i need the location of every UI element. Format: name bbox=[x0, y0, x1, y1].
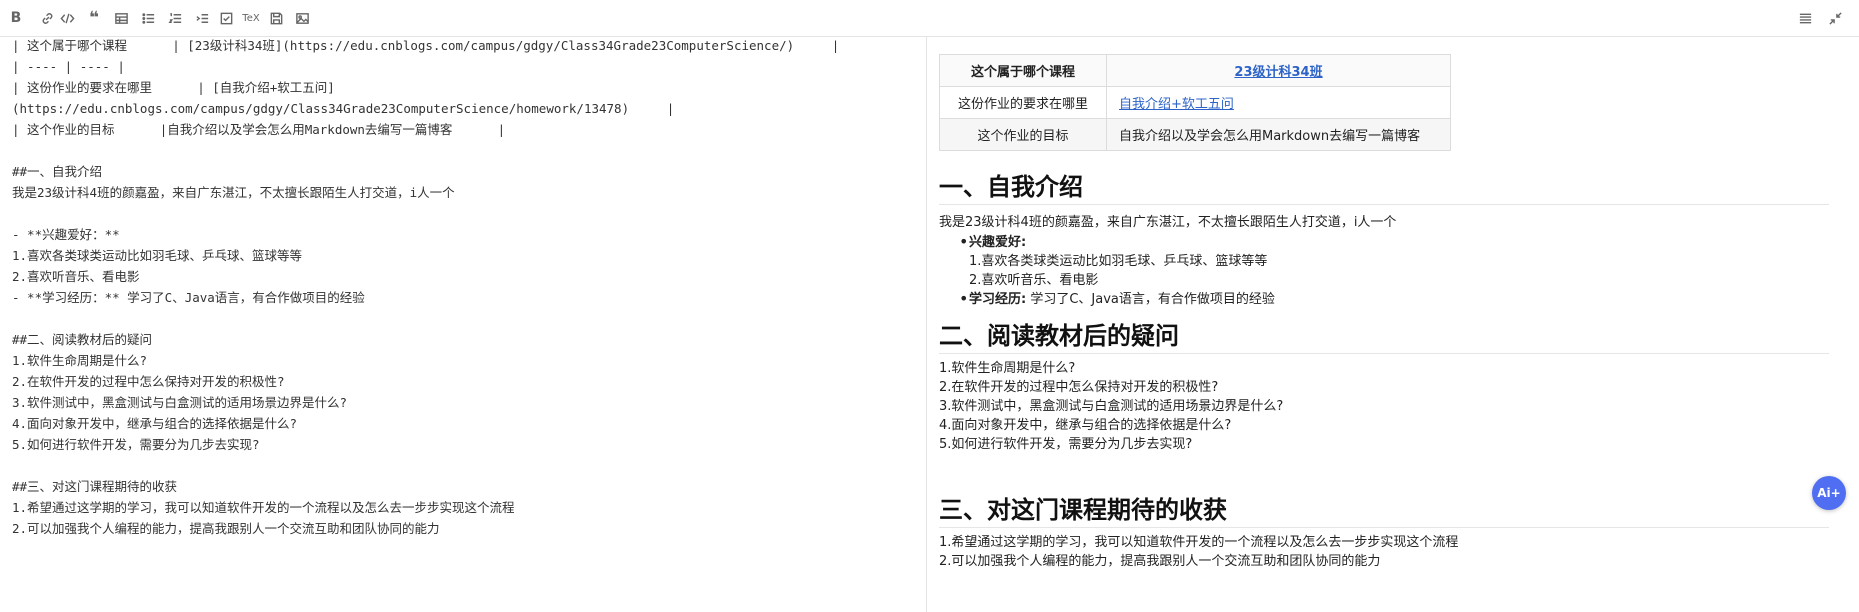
table-cell: 这个作业的目标 bbox=[939, 118, 1107, 151]
question-item: 3.软件测试中，黑盒测试与白盒测试的适用场景边界是什么? bbox=[939, 399, 1284, 414]
info-table: 这个属于哪个课程 23级计科34班 这份作业的要求在哪里 自我介绍+软工五问 这… bbox=[939, 54, 1451, 151]
editor-line: 1.希望通过这学期的学习，我可以知道软件开发的一个流程以及怎么去一步步实现这个流… bbox=[12, 500, 515, 515]
table-row: 这个作业的目标 自我介绍以及学会怎么用Markdown去编写一篇博客 bbox=[939, 118, 1451, 151]
heading-self-intro: 一、自我介绍 bbox=[939, 170, 1829, 205]
question-item: 2.在软件开发的过程中怎么保持对开发的积极性? bbox=[939, 380, 1219, 395]
table-cell: 自我介绍以及学会怎么用Markdown去编写一篇博客 bbox=[1106, 118, 1451, 151]
toc-icon[interactable] bbox=[1797, 10, 1813, 26]
table-row: 这份作业的要求在哪里 自我介绍+软工五问 bbox=[939, 86, 1451, 119]
editor-line: | 这个属于哪个课程 | [23级计科34班](https://edu.cnbl… bbox=[12, 38, 840, 53]
indent-icon[interactable] bbox=[194, 10, 210, 26]
bullet-dot: • bbox=[959, 289, 969, 308]
heading-gains: 三、对这门课程期待的收获 bbox=[939, 493, 1829, 528]
study-text: 学习了C、Java语言，有合作做项目的经验 bbox=[1026, 292, 1275, 307]
editor-line: 2.在软件开发的过程中怎么保持对开发的积极性? bbox=[12, 374, 285, 389]
study-line: 学习经历: 学习了C、Java语言，有合作做项目的经验 bbox=[969, 290, 1275, 309]
editor-line: ##一、自我介绍 bbox=[12, 164, 103, 179]
study-label: 学习经历: bbox=[969, 292, 1027, 307]
bullet-dot: • bbox=[959, 232, 969, 251]
table-cell: 这个属于哪个课程 bbox=[939, 54, 1107, 87]
table-cell: 自我介绍+软工五问 bbox=[1106, 86, 1451, 119]
hobby-item: 2.喜欢听音乐、看电影 bbox=[969, 273, 1099, 288]
editor-line: 2.可以加强我个人编程的能力，提高我跟别人一个交流互助和团队协同的能力 bbox=[12, 521, 440, 536]
bullet-list-icon[interactable] bbox=[140, 10, 156, 26]
editor-line: 2.喜欢听音乐、看电影 bbox=[12, 269, 140, 284]
table-row: 这个属于哪个课程 23级计科34班 bbox=[939, 54, 1451, 87]
editor-line: - **学习经历：** 学习了C、Java语言，有合作做项目的经验 bbox=[12, 290, 365, 305]
course-link[interactable]: 23级计科34班 bbox=[1234, 65, 1322, 80]
hobby-item: 1.喜欢各类球类运动比如羽毛球、乒乓球、篮球等等 bbox=[969, 254, 1268, 269]
save-icon[interactable] bbox=[268, 10, 284, 26]
editor-line: 5.如何进行软件开发，需要分为几步去实现? bbox=[12, 437, 260, 452]
table-cell: 这份作业的要求在哪里 bbox=[939, 86, 1107, 119]
gain-item: 1.希望通过这学期的学习，我可以知道软件开发的一个流程以及怎么去一步步实现这个流… bbox=[939, 535, 1459, 550]
editor-toolbar: B ❝ TeX bbox=[0, 0, 1859, 37]
editor-line: ##二、阅读教材后的疑问 bbox=[12, 332, 153, 347]
link-icon[interactable] bbox=[39, 10, 55, 26]
editor-line: 1.喜欢各类球类运动比如羽毛球、乒乓球、篮球等等 bbox=[12, 248, 303, 263]
intro-paragraph: 我是23级计科4班的颜嘉盈，来自广东湛江，不太擅长跟陌生人打交道，i人一个 bbox=[939, 215, 1397, 230]
gain-item: 2.可以加强我个人编程的能力，提高我跟别人一个交流互助和团队协同的能力 bbox=[939, 554, 1381, 569]
question-item: 5.如何进行软件开发，需要分为几步去实现? bbox=[939, 437, 1193, 452]
bold-button[interactable]: B bbox=[8, 10, 24, 26]
table-cell: 23级计科34班 bbox=[1106, 54, 1451, 87]
editor-line: | ---- | ---- | bbox=[12, 59, 125, 74]
question-item: 1.软件生命周期是什么? bbox=[939, 361, 1076, 376]
quote-icon[interactable]: ❝ bbox=[86, 8, 102, 28]
editor-line: - **兴趣爱好：** bbox=[12, 227, 120, 242]
editor-line: 我是23级计科4班的颜嘉盈，来自广东湛江，不太擅长跟陌生人打交道，i人一个 bbox=[12, 185, 455, 200]
image-icon[interactable] bbox=[294, 10, 310, 26]
tex-button[interactable]: TeX bbox=[240, 10, 262, 26]
numbered-list-icon[interactable] bbox=[167, 10, 183, 26]
editor-line: 4.面向对象开发中，继承与组合的选择依据是什么? bbox=[12, 416, 298, 431]
markdown-preview: 这个属于哪个课程 23级计科34班 这份作业的要求在哪里 自我介绍+软工五问 这… bbox=[927, 37, 1859, 612]
ai-assistant-button[interactable]: Ai+ bbox=[1812, 476, 1846, 510]
editor-line: (https://edu.cnblogs.com/campus/gdgy/Cla… bbox=[12, 101, 675, 116]
exit-fullscreen-icon[interactable] bbox=[1827, 10, 1843, 26]
editor-line: 3.软件测试中，黑盒测试与白盒测试的适用场景边界是什么? bbox=[12, 395, 348, 410]
markdown-editor[interactable]: | 这个属于哪个课程 | [23级计科34班](https://edu.cnbl… bbox=[0, 37, 927, 612]
code-icon[interactable] bbox=[59, 10, 75, 26]
hobby-label: 兴趣爱好: bbox=[969, 235, 1027, 250]
heading-questions: 二、阅读教材后的疑问 bbox=[939, 319, 1829, 354]
editor-line: ##三、对这门课程期待的收获 bbox=[12, 479, 178, 494]
table-icon[interactable] bbox=[113, 10, 129, 26]
editor-line: | 这个作业的目标 |自我介绍以及学会怎么用Markdown去编写一篇博客 | bbox=[12, 122, 506, 137]
checkbox-icon[interactable] bbox=[218, 10, 234, 26]
editor-line: 1.软件生命周期是什么? bbox=[12, 353, 148, 368]
question-item: 4.面向对象开发中，继承与组合的选择依据是什么? bbox=[939, 418, 1232, 433]
homework-link[interactable]: 自我介绍+软工五问 bbox=[1119, 97, 1234, 112]
editor-line: | 这份作业的要求在哪里 | [自我介绍+软工五问] bbox=[12, 80, 335, 95]
